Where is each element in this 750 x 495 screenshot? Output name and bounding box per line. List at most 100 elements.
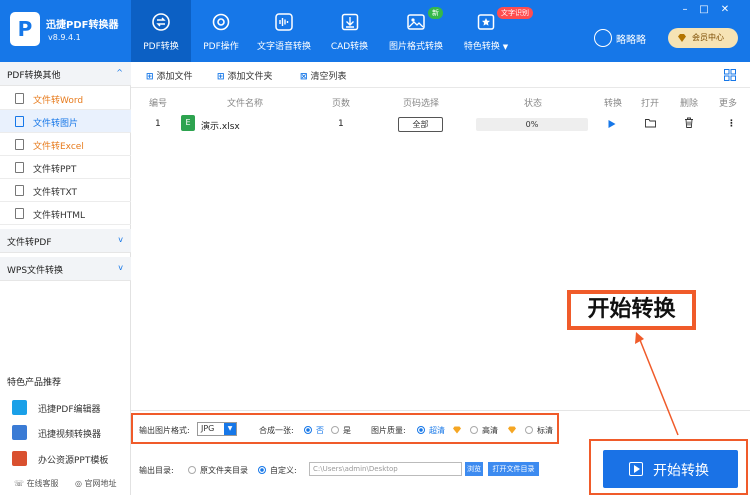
chevron-down-icon: ▼: [224, 423, 236, 435]
ppt-template-logo: [12, 451, 27, 466]
section-label: PDF转换其他: [7, 71, 61, 81]
tab-pdf-operate[interactable]: PDF操作: [191, 0, 251, 62]
recommend-video-converter[interactable]: 迅捷视频转换器: [0, 421, 131, 445]
new-badge: 新: [428, 7, 443, 19]
video-converter-logo: [12, 425, 27, 440]
minimize-button[interactable]: –: [678, 4, 692, 15]
tab-text-voice[interactable]: 文字语音转换: [251, 0, 317, 62]
chevron-down-icon: v: [118, 263, 123, 272]
sidebar-section-wps[interactable]: WPS文件转换 v: [0, 257, 131, 281]
quality-high-radio[interactable]: [470, 426, 478, 434]
output-custom-radio[interactable]: [258, 466, 266, 474]
ocr-badge: 文字识别: [497, 7, 533, 19]
play-icon: [629, 462, 643, 476]
page-range-select[interactable]: 全部: [398, 117, 443, 132]
tab-label: CAD转换: [330, 42, 369, 52]
vip-diamond-icon: [508, 426, 516, 434]
user-name[interactable]: 略略略: [616, 31, 646, 46]
section-label: WPS文件转换: [7, 266, 64, 276]
col-header-pages: 页数: [332, 99, 351, 109]
excel-file-icon: E: [181, 115, 195, 131]
grid-view-icon[interactable]: [724, 69, 736, 81]
member-label: 会员中心: [692, 33, 724, 42]
sidebar: PDF转换其他 ^ 文件转Word 文件转图片 文件转Excel 文件转PPT …: [0, 62, 131, 495]
image-icon: [407, 14, 425, 30]
row-file-name: 演示.xlsx: [201, 122, 240, 132]
user-avatar-icon[interactable]: [594, 29, 612, 47]
sidebar-item-to-word[interactable]: 文件转Word: [0, 87, 131, 110]
tab-pdf-convert[interactable]: PDF转换: [131, 0, 191, 62]
sidebar-item-to-ppt[interactable]: 文件转PPT: [0, 156, 131, 179]
recommend-ppt-template[interactable]: 办公资源PPT模板: [0, 447, 131, 471]
close-button[interactable]: ✕: [718, 4, 732, 15]
section-label: 文件转PDF: [7, 238, 52, 248]
more-icon[interactable]: ⋮: [727, 119, 736, 129]
output-format-label: 输出图片格式:: [139, 426, 190, 435]
sidebar-item-to-txt[interactable]: 文件转TXT: [0, 179, 131, 202]
sidebar-item-to-excel[interactable]: 文件转Excel: [0, 133, 131, 156]
sidebar-section-pdf-other[interactable]: PDF转换其他 ^: [0, 62, 131, 86]
app-name: 迅捷PDF转换器: [46, 20, 119, 31]
trash-icon[interactable]: [684, 117, 694, 128]
open-dir-button[interactable]: 打开文件目录: [488, 462, 539, 476]
official-site-link[interactable]: ◎ 官网地址: [75, 478, 117, 489]
sidebar-item-to-html[interactable]: 文件转HTML: [0, 202, 131, 225]
quality-high-label: 高清: [482, 426, 498, 435]
quality-standard-radio[interactable]: [525, 426, 533, 434]
merge-no-radio[interactable]: [304, 426, 312, 434]
col-header-status: 状态: [524, 99, 543, 109]
globe-icon: ◎: [75, 479, 82, 488]
app-version: v8.9.4.1: [48, 33, 81, 42]
item-label: 文件转HTML: [33, 211, 86, 221]
col-header-more: 更多: [719, 99, 738, 109]
file-icon: [15, 139, 24, 150]
recommend-label: 迅捷视频转换器: [38, 430, 102, 440]
recommend-title: 特色产品推荐: [7, 378, 62, 388]
file-toolbar: ⊞ 添加文件 ⊞ 添加文件夹 ⊠ 清空列表: [131, 62, 750, 88]
folder-icon[interactable]: [645, 118, 656, 128]
item-label: 文件转Word: [33, 96, 84, 106]
output-format-select[interactable]: JPG ▼: [197, 422, 237, 436]
row-pages: 1: [338, 119, 344, 129]
start-label: 开始转换: [653, 463, 709, 479]
item-label: 文件转TXT: [33, 188, 78, 198]
maximize-button[interactable]: □: [697, 4, 711, 15]
chevron-down-icon: ▼: [502, 43, 509, 51]
sidebar-section-to-pdf[interactable]: 文件转PDF v: [0, 229, 131, 253]
callout-text: 开始转换: [571, 294, 692, 326]
image-file-icon: [15, 116, 24, 127]
star-box-icon: [477, 14, 495, 30]
merge-yes-label: 是: [343, 426, 351, 435]
file-icon: [15, 93, 24, 104]
recommend-pdf-editor[interactable]: 迅捷PDF编辑器: [0, 396, 131, 420]
add-file-button[interactable]: ⊞ 添加文件: [146, 69, 193, 82]
tab-label: PDF操作: [203, 42, 239, 52]
col-header-name: 文件名称: [227, 99, 264, 109]
quality-ultra-radio[interactable]: [417, 426, 425, 434]
chevron-down-icon: v: [118, 235, 123, 244]
headset-icon: ☏: [14, 479, 25, 488]
output-original-radio[interactable]: [188, 466, 196, 474]
quality-label: 图片质量:: [371, 426, 406, 435]
browse-button[interactable]: 浏览: [465, 462, 483, 476]
output-original-label: 原文件夹目录: [200, 466, 248, 475]
clear-list-button[interactable]: ⊠ 清空列表: [300, 69, 347, 82]
member-center-button[interactable]: 会员中心: [668, 28, 738, 48]
merge-no-label: 否: [316, 426, 324, 435]
item-label: 文件转Excel: [33, 142, 84, 152]
online-service-link[interactable]: ☏ 在线客服: [14, 478, 59, 489]
tab-cad[interactable]: CAD转换: [322, 0, 377, 62]
vip-diamond-icon: [453, 426, 461, 434]
item-label: 文件转图片: [33, 119, 79, 129]
output-path-input[interactable]: C:\Users\admin\Desktop: [309, 462, 462, 476]
sidebar-item-to-image[interactable]: 文件转图片: [0, 110, 131, 133]
output-dir-label: 输出目录:: [139, 466, 174, 475]
start-convert-button[interactable]: 开始转换: [603, 450, 738, 488]
gear-icon: [212, 13, 230, 31]
play-icon[interactable]: [607, 119, 617, 129]
add-folder-button[interactable]: ⊞ 添加文件夹: [217, 69, 273, 82]
chevron-up-icon: ^: [116, 68, 123, 77]
merge-yes-radio[interactable]: [331, 426, 339, 434]
tab-label: PDF转换: [143, 42, 179, 52]
col-header-open: 打开: [641, 99, 660, 109]
